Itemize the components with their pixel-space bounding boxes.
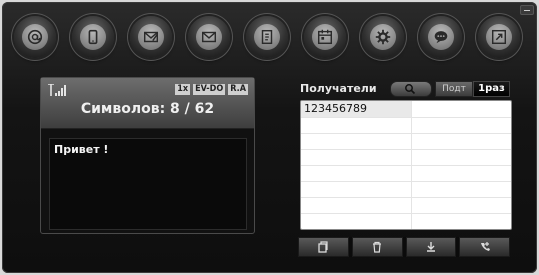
add-contact-button[interactable]: [459, 237, 510, 257]
download-button[interactable]: [405, 237, 457, 257]
recipient-number: 123456789: [304, 102, 367, 115]
phone-preview-panel: 1x EV-DO R.A Символов: 8 / 62 Привет !: [40, 77, 255, 234]
email-at-icon[interactable]: [14, 16, 56, 58]
delete-button[interactable]: [351, 237, 403, 257]
badge-roaming: R.A: [228, 84, 248, 95]
table-row[interactable]: [301, 165, 511, 182]
mobile-phone-icon[interactable]: [72, 16, 114, 58]
table-row[interactable]: [301, 133, 511, 150]
table-row[interactable]: [301, 197, 511, 214]
add-contact-icon: [480, 242, 490, 251]
inbox-envelope-icon[interactable]: [188, 16, 230, 58]
chat-bubble-icon[interactable]: [420, 16, 462, 58]
tab-confirm[interactable]: Подт: [435, 81, 473, 97]
table-row[interactable]: 123456789: [301, 101, 511, 118]
delete-trash-icon: [373, 241, 382, 253]
settings-gear-icon[interactable]: [362, 16, 404, 58]
send-sim-icon: [318, 241, 328, 253]
network-badges: 1x EV-DO R.A: [175, 84, 248, 95]
tab-once[interactable]: 1раз: [473, 81, 510, 97]
recipients-table: 123456789: [300, 100, 512, 230]
download-icon: [426, 242, 435, 252]
character-counter: Символов: 8 / 62: [80, 101, 215, 117]
table-row[interactable]: [301, 181, 511, 198]
search-contacts-button[interactable]: [390, 81, 432, 97]
table-row[interactable]: [301, 149, 511, 166]
recipients-label: Получатели: [300, 82, 377, 95]
app-window: 1x EV-DO R.A Символов: 8 / 62 Привет ! П…: [2, 2, 537, 273]
phonebook-icon[interactable]: [246, 16, 288, 58]
toolbar: [14, 16, 524, 64]
minimize-button[interactable]: [520, 5, 534, 15]
phone-status-bar: 1x EV-DO R.A Символов: 8 / 62: [41, 78, 254, 129]
recipient-actions: [298, 237, 510, 257]
table-row[interactable]: [301, 213, 511, 229]
badge-evdo: EV-DO: [193, 84, 226, 95]
search-icon: [405, 84, 416, 95]
calendar-icon[interactable]: [304, 16, 346, 58]
export-icon[interactable]: [478, 16, 520, 58]
table-row[interactable]: [301, 117, 511, 134]
message-input[interactable]: Привет !: [49, 138, 247, 230]
send-sim-button[interactable]: [298, 237, 349, 257]
message-text: Привет !: [54, 143, 109, 156]
badge-1x: 1x: [175, 84, 191, 95]
write-message-icon[interactable]: [130, 16, 172, 58]
signal-strength-icon: [48, 84, 66, 96]
